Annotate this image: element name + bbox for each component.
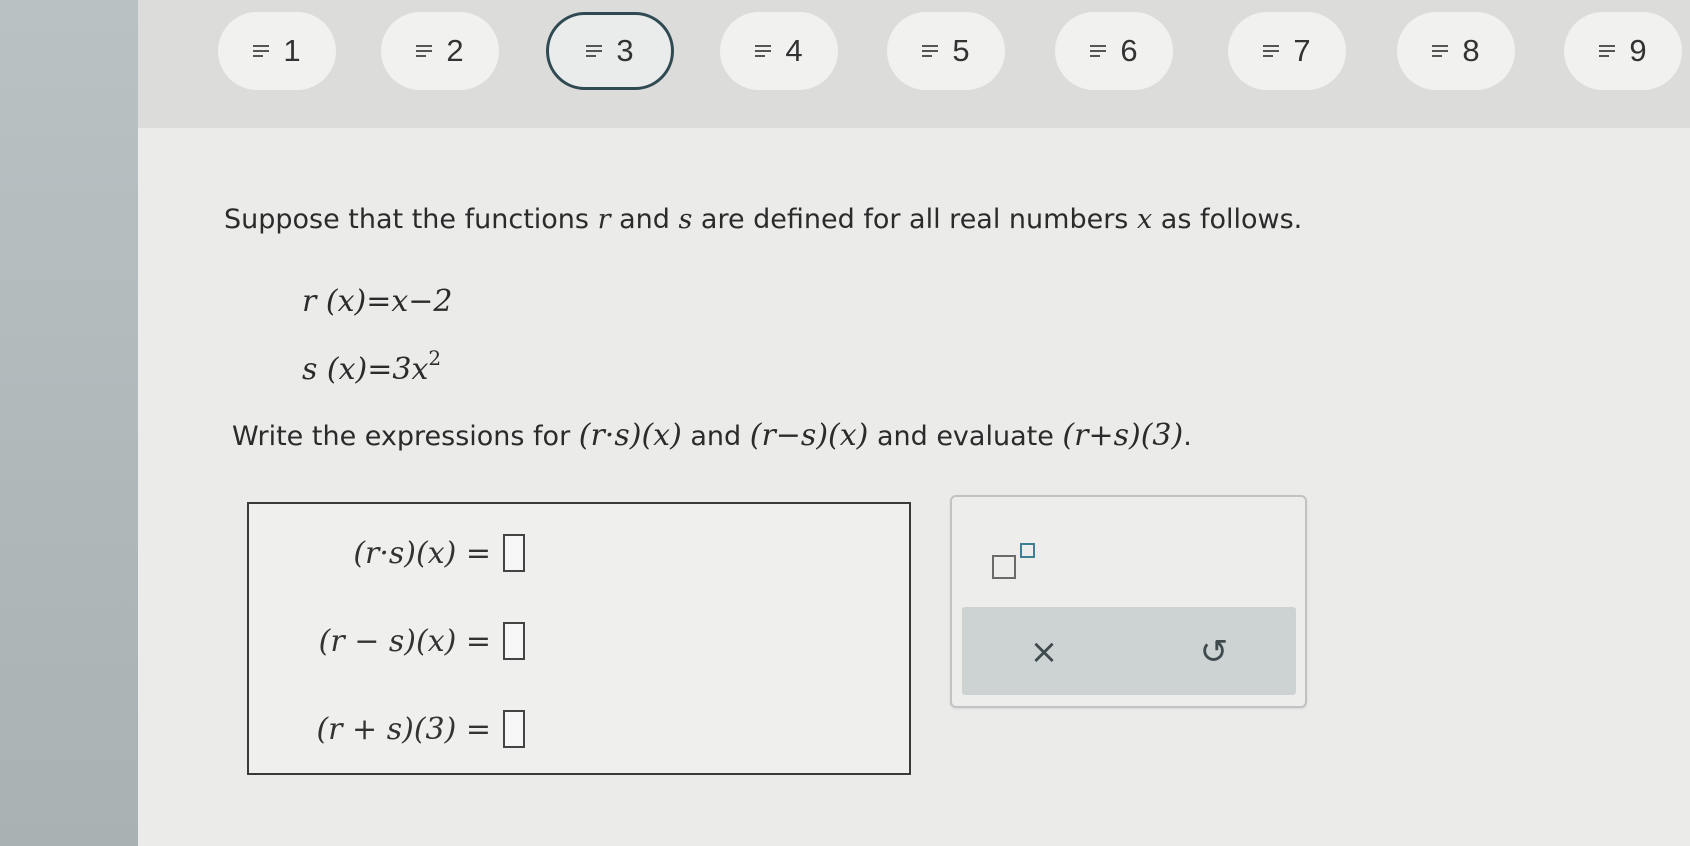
question-number: 4 xyxy=(785,33,803,68)
question-number: 8 xyxy=(1462,33,1480,68)
list-icon xyxy=(1090,43,1110,59)
question-number: 9 xyxy=(1629,33,1647,68)
math-toolpad: × ↺ xyxy=(950,495,1307,708)
list-icon xyxy=(1432,43,1452,59)
question-nav-4[interactable]: 4 xyxy=(720,12,838,90)
expr-sum: (r+s)(3) xyxy=(1062,418,1184,453)
answer-input-sum[interactable] xyxy=(503,710,525,748)
answer-label: (r·s)(x) = xyxy=(353,535,491,571)
list-icon xyxy=(922,43,942,59)
definition-r: r (x)=x−2 xyxy=(302,284,453,319)
question-nav-2[interactable]: 2 xyxy=(381,12,499,90)
undo-button[interactable]: ↺ xyxy=(1184,627,1244,677)
answer-box: (r·s)(x) = (r − s)(x) = (r + s)(3) = xyxy=(247,502,911,775)
exponent-base-box xyxy=(992,555,1016,579)
question-nav-7[interactable]: 7 xyxy=(1228,12,1346,90)
definition-s: s (x)=3x2 xyxy=(302,346,442,387)
var-x: x xyxy=(1136,204,1153,235)
list-icon xyxy=(253,43,273,59)
clear-button[interactable]: × xyxy=(1014,627,1074,677)
list-icon xyxy=(1263,43,1283,59)
answer-row-product: (r·s)(x) = xyxy=(353,534,525,572)
problem-intro: Suppose that the functions r and s are d… xyxy=(224,204,1302,235)
question-nav-5[interactable]: 5 xyxy=(887,12,1005,90)
intro-text: Suppose that the functions xyxy=(224,204,598,235)
answer-row-sum: (r + s)(3) = xyxy=(316,710,525,748)
list-icon xyxy=(416,43,436,59)
toolpad-action-strip: × ↺ xyxy=(962,607,1296,695)
problem-instruction: Write the expressions for (r·s)(x) and (… xyxy=(232,418,1192,453)
question-nav-8[interactable]: 8 xyxy=(1397,12,1515,90)
question-number: 3 xyxy=(616,33,634,68)
intro-text: and xyxy=(610,204,679,235)
question-number: 1 xyxy=(283,33,301,68)
question-nav-3[interactable]: 3 xyxy=(546,12,674,90)
expr-product: (r·s)(x) xyxy=(578,418,682,453)
list-icon xyxy=(1599,43,1619,59)
exponent-template-icon[interactable] xyxy=(992,543,1042,583)
answer-input-product[interactable] xyxy=(503,534,525,572)
question-nav-9[interactable]: 9 xyxy=(1564,12,1682,90)
undo-icon: ↺ xyxy=(1199,632,1229,672)
intro-text: as follows. xyxy=(1152,204,1303,235)
question-number: 5 xyxy=(952,33,970,68)
var-s: s xyxy=(678,204,693,235)
expr-difference: (r−s)(x) xyxy=(749,418,869,453)
list-icon xyxy=(586,43,606,59)
intro-text: are defined for all real numbers xyxy=(692,204,1137,235)
answer-label: (r − s)(x) = xyxy=(318,623,491,659)
exponent: 2 xyxy=(428,346,442,370)
question-number: 6 xyxy=(1120,33,1138,68)
question-nav-1[interactable]: 1 xyxy=(218,12,336,90)
exponent-power-box xyxy=(1020,543,1035,558)
question-number: 2 xyxy=(446,33,464,68)
close-icon: × xyxy=(1029,632,1059,672)
question-number: 7 xyxy=(1293,33,1311,68)
question-nav-6[interactable]: 6 xyxy=(1055,12,1173,90)
var-r: r xyxy=(597,204,611,235)
answer-label: (r + s)(3) = xyxy=(316,711,491,747)
list-icon xyxy=(755,43,775,59)
answer-input-difference[interactable] xyxy=(503,622,525,660)
answer-row-difference: (r − s)(x) = xyxy=(319,622,525,660)
